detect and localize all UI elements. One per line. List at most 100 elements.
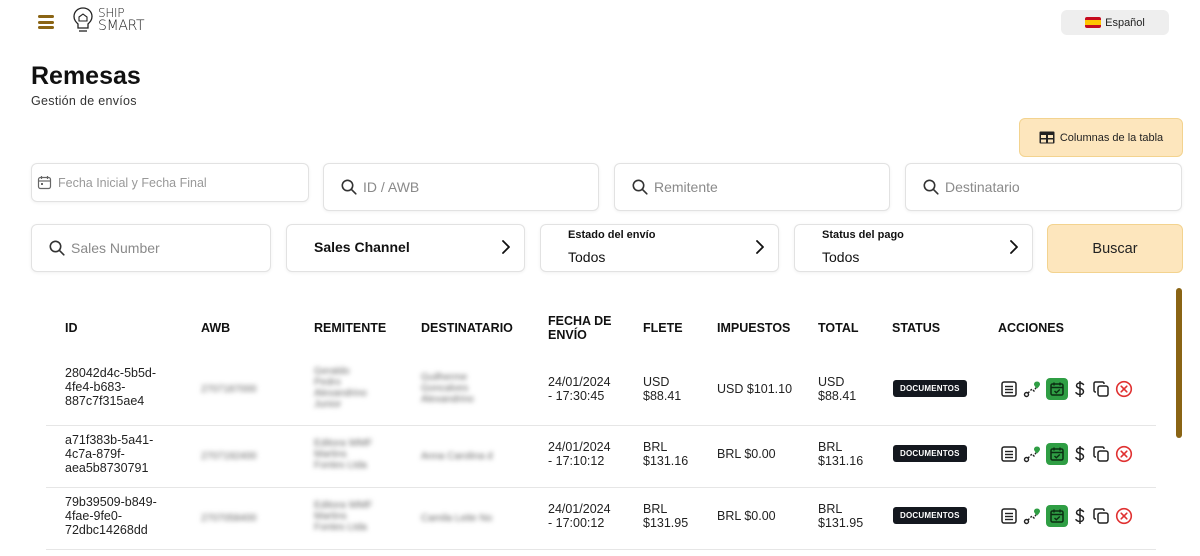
row-actions <box>1000 443 1133 465</box>
top-bar: SHIP SMART Español <box>0 0 1200 48</box>
sales-number-search-field[interactable] <box>31 224 271 272</box>
column-header-total[interactable]: TOTAL <box>818 321 859 335</box>
row-taxes: BRL $0.00 <box>717 447 776 461</box>
dollar-icon[interactable] <box>1073 507 1087 525</box>
calendar-icon <box>37 176 52 190</box>
row-freight: USD $88.41 <box>643 375 682 403</box>
sender-input[interactable] <box>654 179 889 195</box>
language-label: Español <box>1105 16 1145 29</box>
table-columns-button[interactable]: Columnas de la tabla <box>1019 118 1183 157</box>
shipment-status-select[interactable]: Estado del envío Todos <box>540 224 779 272</box>
cancel-icon[interactable] <box>1115 507 1133 525</box>
cancel-icon[interactable] <box>1115 380 1133 398</box>
column-header-id[interactable]: ID <box>65 321 78 335</box>
column-header-date-line2: ENVÍO <box>548 328 587 342</box>
column-header-date[interactable]: FECHA DE ENVÍO <box>548 314 611 342</box>
row-recipient: Camila Leite No <box>421 513 493 524</box>
document-icon[interactable] <box>1000 380 1018 398</box>
row-freight: BRL $131.95 <box>643 502 689 530</box>
page-title: Remesas <box>31 62 141 90</box>
spain-flag-icon <box>1085 17 1102 28</box>
table-scrollbar[interactable] <box>1176 288 1182 438</box>
row-actions <box>1000 505 1133 527</box>
row-total: BRL $131.95 <box>818 502 864 530</box>
document-icon[interactable] <box>1000 445 1018 463</box>
search-icon <box>923 179 939 195</box>
route-icon[interactable] <box>1023 507 1041 525</box>
row-recipient: Guilherme Goncalves Alexandrino <box>421 372 474 405</box>
row-total: BRL $131.16 <box>818 440 864 468</box>
search-icon <box>49 240 65 256</box>
table-columns-icon <box>1039 131 1055 144</box>
search-button[interactable]: Buscar <box>1047 224 1183 273</box>
copy-icon[interactable] <box>1092 507 1110 525</box>
chevron-right-icon <box>502 240 510 254</box>
page-subtitle: Gestión de envíos <box>31 94 137 108</box>
language-selector[interactable]: Español <box>1061 10 1169 35</box>
row-total: USD $88.41 <box>818 375 857 403</box>
row-date: 24/01/2024- 17:10:12 <box>548 440 611 468</box>
copy-icon[interactable] <box>1092 380 1110 398</box>
row-awb: 2707058400 <box>201 513 257 524</box>
row-sender: Editora WMF Martins Fontes Ltda <box>314 500 373 533</box>
status-badge: DOCUMENTOS <box>893 380 967 397</box>
recipient-search-field[interactable] <box>905 163 1182 211</box>
recipient-input[interactable] <box>945 179 1181 195</box>
dollar-icon[interactable] <box>1073 445 1087 463</box>
chevron-right-icon <box>1010 240 1018 254</box>
status-badge: DOCUMENTOS <box>893 445 967 462</box>
copy-icon[interactable] <box>1092 445 1110 463</box>
route-icon[interactable] <box>1023 380 1041 398</box>
row-awb: 2707192400 <box>201 451 257 462</box>
sales-channel-label: Sales Channel <box>314 239 410 255</box>
lightbulb-logo-icon <box>73 7 93 32</box>
ship-smart-logo[interactable]: SHIP SMART <box>72 6 145 34</box>
payment-status-value: Todos <box>822 249 860 265</box>
column-header-awb[interactable]: AWB <box>201 321 230 335</box>
id-awb-search-field[interactable] <box>323 163 599 211</box>
menu-icon[interactable] <box>38 15 54 29</box>
calendar-check-icon[interactable] <box>1046 378 1068 400</box>
sales-number-input[interactable] <box>71 240 270 256</box>
row-id: a71f383b-5a41- 4c7a-879f-aea5b8730791 <box>65 433 154 475</box>
row-recipient: Anna Carolina d <box>421 451 493 462</box>
row-awb: 2707187000 <box>201 384 257 395</box>
column-header-freight[interactable]: FLETE <box>643 321 683 335</box>
row-sender: Geraldo Pedro Alexandrino Junior <box>314 366 367 410</box>
payment-status-label: Status del pago <box>822 229 904 241</box>
row-id: 79b39509-b849- 4fae-9fe0- 72dbc14268dd <box>65 495 157 537</box>
document-icon[interactable] <box>1000 507 1018 525</box>
table-columns-label: Columnas de la tabla <box>1059 131 1164 144</box>
dollar-icon[interactable] <box>1073 380 1087 398</box>
date-range-input[interactable] <box>58 175 308 190</box>
row-date: 24/01/2024- 17:30:45 <box>548 375 611 403</box>
calendar-check-icon[interactable] <box>1046 443 1068 465</box>
date-range-field[interactable] <box>31 163 309 202</box>
column-header-sender[interactable]: REMITENTE <box>314 321 386 335</box>
sender-search-field[interactable] <box>614 163 890 211</box>
status-badge: DOCUMENTOS <box>893 507 967 524</box>
row-actions <box>1000 378 1133 400</box>
search-icon <box>632 179 648 195</box>
cancel-icon[interactable] <box>1115 445 1133 463</box>
row-taxes: USD $101.10 <box>717 382 793 396</box>
table-header: ID AWB REMITENTE DESTINATARIO FECHA DE E… <box>46 302 1156 354</box>
table-row[interactable]: 79b39509-b849- 4fae-9fe0- 72dbc14268dd 270… <box>46 488 1156 550</box>
shipments-table: ID AWB REMITENTE DESTINATARIO FECHA DE E… <box>46 302 1156 550</box>
id-awb-input[interactable] <box>363 179 598 195</box>
column-header-actions: ACCIONES <box>998 321 1064 335</box>
payment-status-select[interactable]: Status del pago Todos <box>794 224 1033 272</box>
table-row[interactable]: 28042d4c-5b5d- 4fe4-b683- 887c7f315ae4 270… <box>46 354 1156 426</box>
route-icon[interactable] <box>1023 445 1041 463</box>
row-freight: BRL $131.16 <box>643 440 689 468</box>
column-header-recipient[interactable]: DESTINATARIO <box>421 321 513 335</box>
sales-channel-select[interactable]: Sales Channel <box>286 224 525 272</box>
calendar-check-icon[interactable] <box>1046 505 1068 527</box>
table-row[interactable]: a71f383b-5a41- 4c7a-879f-aea5b8730791 270… <box>46 426 1156 488</box>
row-sender: Editora WMF Martins Fontes Ltda <box>314 438 373 471</box>
column-header-date-line1: FECHA DE <box>548 314 612 328</box>
row-taxes: BRL $0.00 <box>717 509 776 523</box>
column-header-status[interactable]: STATUS <box>892 321 940 335</box>
column-header-taxes[interactable]: IMPUESTOS <box>717 321 790 335</box>
search-icon <box>341 179 357 195</box>
